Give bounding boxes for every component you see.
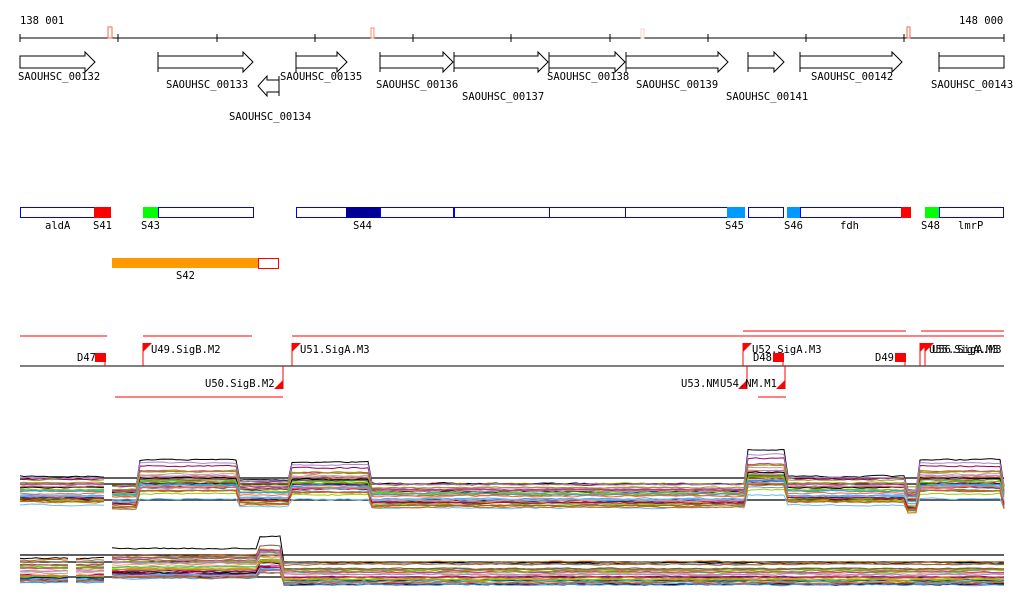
promoter-label: U56.SigA.M3: [932, 344, 1002, 356]
gene-arrow-icon[interactable]: [548, 50, 626, 74]
gene-label: SAOUHSC_00134: [229, 111, 311, 123]
feature-box[interactable]: [380, 207, 454, 218]
feature-label: lmrP: [958, 220, 983, 232]
gene-SAOUHSC_00135[interactable]: SAOUHSC_00135: [280, 50, 362, 83]
gene-label: SAOUHSC_00135: [280, 71, 362, 83]
s42-bar-end[interactable]: [258, 258, 279, 269]
ruler-end-label: 148 000: [959, 15, 1003, 27]
ruler-marker[interactable]: [906, 26, 911, 39]
gene-arrow-icon[interactable]: [799, 50, 903, 74]
promoter-label: D48: [753, 352, 772, 364]
gene-arrow-icon[interactable]: [19, 50, 96, 74]
feature-box[interactable]: [939, 207, 1004, 218]
expression-profile-line: [19, 535, 1005, 565]
gene-SAOUHSC_00143[interactable]: SAOUHSC_00143: [931, 52, 1013, 91]
gene-SAOUHSC_00138[interactable]: SAOUHSC_00138: [547, 50, 629, 83]
feature-label: S43: [141, 220, 160, 232]
promoter-label: U53.NM: [681, 378, 719, 390]
gene-label: SAOUHSC_00133: [166, 79, 248, 91]
promoter-track: D47U49.SigB.M2U50.SigB.M2U51.SigA.M3 U52.…: [20, 330, 1004, 398]
promoter-label: U50.SigB.M2: [205, 378, 275, 390]
promoter-label: U51.SigA.M3: [300, 344, 370, 356]
feature-label: S41: [93, 220, 112, 232]
ruler-start-label: 138 001: [20, 15, 64, 27]
genome-browser-canvas: 138 001 148 000 SAOUHSC_00132SAOUHSC_001…: [18, 15, 1013, 587]
gene-arrow-icon[interactable]: [257, 74, 280, 98]
gene-arrow-icon[interactable]: [295, 50, 348, 74]
gene-label: SAOUHSC_00139: [636, 79, 718, 91]
gene-arrow-icon[interactable]: [379, 50, 454, 74]
gene-SAOUHSC_00136[interactable]: SAOUHSC_00136: [376, 50, 458, 91]
promoter-flag-icon[interactable]: [776, 380, 785, 389]
feature-label: S45: [725, 220, 744, 232]
gene-label: SAOUHSC_00138: [547, 71, 629, 83]
s42-bar[interactable]: [112, 258, 258, 268]
gene-arrow-icon[interactable]: [157, 50, 254, 74]
feature-segment[interactable]: [925, 207, 940, 218]
feature-box[interactable]: [625, 207, 728, 218]
feature-segment[interactable]: [727, 207, 745, 218]
feature-segment[interactable]: [901, 207, 911, 218]
gene-track: SAOUHSC_00132 SAOUHSC_00133 SAOUHSC_00134 S…: [18, 50, 1013, 123]
feature-label: S48: [921, 220, 940, 232]
gene-SAOUHSC_00139[interactable]: SAOUHSC_00139: [625, 50, 729, 91]
gene-SAOUHSC_00142[interactable]: SAOUHSC_00142: [799, 50, 903, 83]
feature-box[interactable]: [748, 207, 784, 218]
gene-label: SAOUHSC_00141: [726, 91, 808, 103]
promoter-label: U49.SigB.M2: [151, 344, 221, 356]
ruler-marker[interactable]: [107, 26, 113, 39]
gene-arrow-icon[interactable]: [938, 55, 1005, 69]
gene-SAOUHSC_00133[interactable]: SAOUHSC_00133: [157, 50, 254, 91]
gene-SAOUHSC_00137[interactable]: SAOUHSC_00137: [453, 50, 549, 103]
promoter-label: D49: [875, 352, 894, 364]
feature-label: S44: [353, 220, 372, 232]
gene-arrow-icon[interactable]: [453, 50, 549, 74]
terminator-icon[interactable]: [895, 353, 906, 362]
coordinate-ruler: 138 001 148 000: [19, 15, 1005, 42]
ruler-marker[interactable]: [370, 27, 375, 39]
promoter-label: U54.NM.M1: [720, 378, 777, 390]
feature-segment[interactable]: [787, 207, 801, 218]
feature-box[interactable]: [20, 207, 95, 218]
feature-box[interactable]: [454, 207, 550, 218]
feature-label: aldA: [45, 220, 71, 232]
feature-label: S46: [784, 220, 803, 232]
gene-label: SAOUHSC_00136: [376, 79, 458, 91]
feature-track: aldA S41 S43 S44 S45 S46 fdh S48 lmrP S42: [20, 207, 1004, 282]
gene-label: SAOUHSC_00132: [18, 71, 100, 83]
gene-label: SAOUHSC_00137: [462, 91, 544, 103]
feature-label: fdh: [840, 220, 859, 232]
promoter-label: D47: [77, 352, 96, 364]
feature-box[interactable]: [549, 207, 626, 218]
gene-SAOUHSC_00132[interactable]: SAOUHSC_00132: [18, 50, 100, 83]
feature-segment[interactable]: [94, 207, 111, 218]
gene-label: SAOUHSC_00143: [931, 79, 1013, 91]
gene-arrow-icon[interactable]: [747, 50, 785, 74]
feature-box[interactable]: [158, 207, 254, 218]
feature-segment[interactable]: [346, 207, 381, 218]
terminator-icon[interactable]: [773, 353, 784, 362]
feature-box[interactable]: [296, 207, 347, 218]
promoter-flag-icon[interactable]: [743, 343, 752, 352]
ruler-marker[interactable]: [640, 28, 645, 39]
gene-arrow-icon[interactable]: [625, 50, 729, 74]
feature-box[interactable]: [800, 207, 902, 218]
expression-tracks: [19, 448, 1005, 587]
gene-SAOUHSC_00141[interactable]: SAOUHSC_00141: [726, 50, 808, 103]
feature-segment[interactable]: [143, 207, 159, 218]
s42-label: S42: [176, 270, 195, 282]
gene-label: SAOUHSC_00142: [811, 71, 893, 83]
terminator-icon[interactable]: [95, 353, 106, 362]
promoter-flag-icon[interactable]: [274, 380, 283, 389]
